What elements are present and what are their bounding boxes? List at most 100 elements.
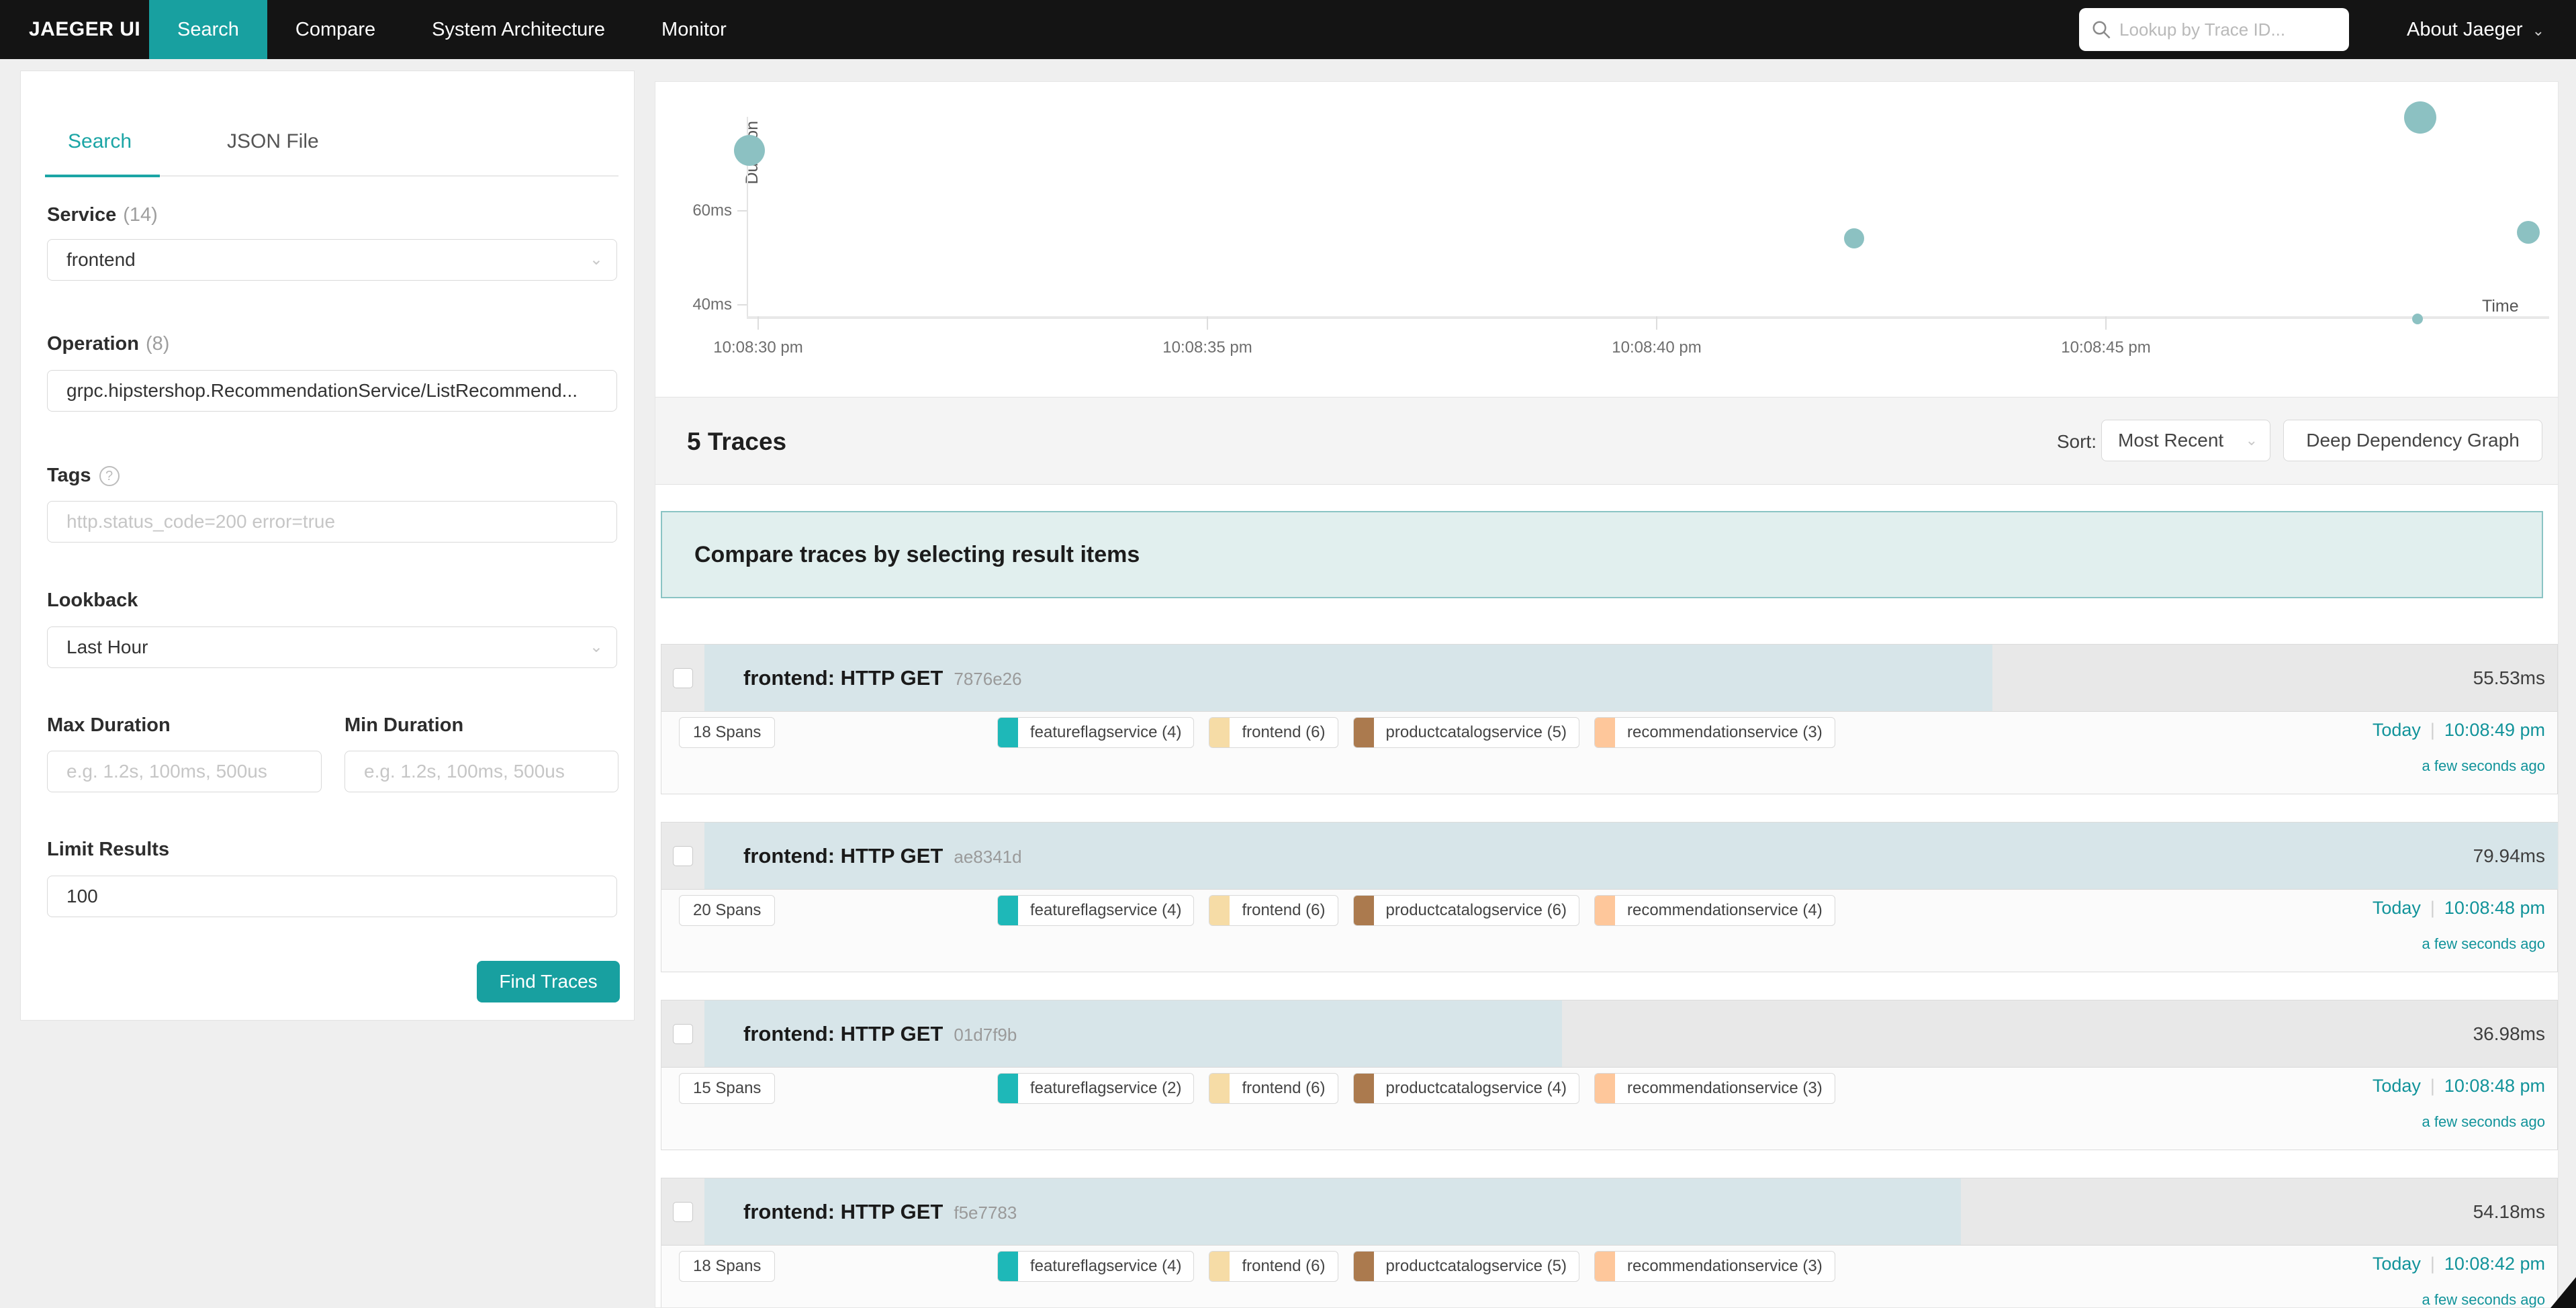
service-tag-label: productcatalogservice (5) xyxy=(1374,718,1579,747)
x-axis-tick xyxy=(2105,316,2107,330)
nav-item-search[interactable]: Search xyxy=(149,0,267,59)
tab-search[interactable]: Search xyxy=(68,130,132,153)
lookback-select[interactable]: Last Hour ⌄ xyxy=(47,626,617,668)
x-axis-line xyxy=(747,316,2549,319)
service-color-chip xyxy=(1354,1074,1374,1103)
service-tag-label: recommendationservice (4) xyxy=(1615,896,1835,925)
nav-item-monitor[interactable]: Monitor xyxy=(633,0,755,59)
service-color-chip xyxy=(1354,718,1374,747)
trace-result-card[interactable]: frontend: HTTP GETae8341d79.94ms20 Spans… xyxy=(661,822,2558,972)
nav-item-compare[interactable]: Compare xyxy=(267,0,404,59)
min-duration-label: Min Duration xyxy=(344,714,463,737)
tags-label: Tags? xyxy=(47,465,120,487)
chevron-down-icon: ⌄ xyxy=(2246,420,2258,461)
service-tag: frontend (6) xyxy=(1209,1073,1338,1104)
trace-id-lookup-placeholder: Lookup by Trace ID... xyxy=(2119,19,2285,40)
trace-duration: 79.94ms xyxy=(2473,823,2545,889)
service-tag-label: frontend (6) xyxy=(1230,1252,1337,1281)
service-color-chip xyxy=(1354,1252,1374,1281)
trace-title: frontend: HTTP GETf5e7783 xyxy=(743,1178,1017,1245)
about-jaeger-menu[interactable]: About Jaeger⌄ xyxy=(2407,0,2544,59)
service-tag: productcatalogservice (4) xyxy=(1353,1073,1579,1104)
trace-compare-checkbox[interactable] xyxy=(673,846,693,866)
operation-select[interactable]: grpc.hipstershop.RecommendationService/L… xyxy=(47,370,617,412)
trace-id: 7876e26 xyxy=(954,669,1021,689)
service-tag: featureflagservice (2) xyxy=(997,1073,1194,1104)
max-duration-label: Max Duration xyxy=(47,714,171,737)
main-menu: Search Compare System Architecture Monit… xyxy=(149,0,755,59)
trace-scatter-point[interactable] xyxy=(734,135,765,166)
duration-scatter-chart: Duration Time 10:08:30 pm10:08:35 pm10:0… xyxy=(655,82,2559,391)
service-color-chip xyxy=(998,896,1018,925)
y-axis-tick-label: 60ms xyxy=(672,201,732,220)
trace-scatter-point[interactable] xyxy=(1844,228,1864,248)
trace-timestamp[interactable]: Today|10:08:49 pm xyxy=(2373,720,2545,741)
trace-compare-checkbox[interactable] xyxy=(673,1202,693,1222)
x-axis-tick xyxy=(1656,316,1657,330)
trace-scatter-point[interactable] xyxy=(2412,314,2423,324)
trace-timestamp[interactable]: Today|10:08:42 pm xyxy=(2373,1254,2545,1274)
deep-dependency-graph-button[interactable]: Deep Dependency Graph xyxy=(2283,420,2542,461)
sort-label: Sort: xyxy=(2039,398,2097,485)
service-tag: frontend (6) xyxy=(1209,1251,1338,1282)
trace-relative-time: a few seconds ago xyxy=(2422,1113,2545,1131)
top-nav: JAEGER UI Search Compare System Architec… xyxy=(0,0,2576,59)
x-axis-tick-label: 10:08:45 pm xyxy=(2032,338,2180,357)
help-icon[interactable]: ? xyxy=(99,466,120,486)
trace-result-card[interactable]: frontend: HTTP GET7876e2655.53ms18 Spans… xyxy=(661,644,2558,794)
limit-results-input[interactable]: 100 xyxy=(47,876,617,917)
trace-id-lookup-input[interactable]: Lookup by Trace ID... xyxy=(2079,8,2349,51)
trace-compare-checkbox[interactable] xyxy=(673,668,693,688)
service-color-chip xyxy=(1595,718,1615,747)
service-color-chip xyxy=(998,1252,1018,1281)
timestamp-separator: | xyxy=(2430,1254,2435,1274)
trace-time: 10:08:49 pm xyxy=(2444,720,2545,740)
trace-result-card[interactable]: frontend: HTTP GET01d7f9b36.98ms15 Spans… xyxy=(661,1000,2558,1150)
trace-name: frontend: HTTP GET xyxy=(743,666,943,690)
tab-json-file[interactable]: JSON File xyxy=(227,130,319,153)
nav-item-system-architecture[interactable]: System Architecture xyxy=(404,0,633,59)
search-sidebar: Search JSON File Service(14) frontend ⌄ … xyxy=(20,71,635,1021)
tags-input[interactable]: http.status_code=200 error=true xyxy=(47,501,617,543)
y-axis-tick-label: 40ms xyxy=(672,295,732,314)
service-tag: frontend (6) xyxy=(1209,717,1338,748)
find-traces-button[interactable]: Find Traces xyxy=(477,961,620,1002)
trace-timestamp[interactable]: Today|10:08:48 pm xyxy=(2373,1076,2545,1096)
service-label: Service(14) xyxy=(47,204,158,226)
trace-title: frontend: HTTP GET 7876e26 xyxy=(743,645,1022,711)
service-color-chip xyxy=(1595,896,1615,925)
trace-result-card[interactable]: frontend: HTTP GETf5e778354.18ms18 Spans… xyxy=(661,1178,2558,1308)
service-tag-label: featureflagservice (4) xyxy=(1018,718,1193,747)
min-duration-input[interactable]: e.g. 1.2s, 100ms, 500us xyxy=(344,751,618,792)
timestamp-separator: | xyxy=(2430,720,2435,740)
x-axis-tick-label: 10:08:30 pm xyxy=(684,338,832,357)
service-tag-label: productcatalogservice (5) xyxy=(1374,1252,1579,1281)
trace-scatter-point[interactable] xyxy=(2517,221,2540,244)
service-tag: frontend (6) xyxy=(1209,895,1338,926)
trace-id: f5e7783 xyxy=(954,1203,1017,1223)
span-count-badge: 15 Spans xyxy=(679,1073,775,1104)
trace-time: 10:08:48 pm xyxy=(2444,1076,2545,1096)
service-tag-label: frontend (6) xyxy=(1230,1074,1337,1103)
service-color-chip xyxy=(1354,896,1374,925)
trace-duration: 55.53ms xyxy=(2473,645,2545,711)
span-count-badge: 18 Spans xyxy=(679,1251,775,1282)
trace-timestamp[interactable]: Today|10:08:48 pm xyxy=(2373,898,2545,919)
trace-relative-time: a few seconds ago xyxy=(2422,757,2545,775)
trace-relative-time: a few seconds ago xyxy=(2422,1291,2545,1308)
trace-count: 5 Traces xyxy=(687,398,786,485)
service-tag: featureflagservice (4) xyxy=(997,895,1194,926)
service-tag-list: featureflagservice (2) frontend (6) produc… xyxy=(997,1073,1835,1104)
max-duration-input[interactable]: e.g. 1.2s, 100ms, 500us xyxy=(47,751,322,792)
service-color-chip xyxy=(998,1074,1018,1103)
trace-scatter-point[interactable] xyxy=(2404,101,2436,134)
trace-time: 10:08:48 pm xyxy=(2444,898,2545,918)
trace-compare-checkbox[interactable] xyxy=(673,1024,693,1044)
chevron-down-icon: ⌄ xyxy=(590,627,603,667)
x-axis-tick xyxy=(757,316,759,330)
x-axis-tick xyxy=(1207,316,1208,330)
trace-time: 10:08:42 pm xyxy=(2444,1254,2545,1274)
service-select[interactable]: frontend ⌄ xyxy=(47,239,617,281)
trace-id: ae8341d xyxy=(954,847,1021,867)
sort-select[interactable]: Most Recent ⌄ xyxy=(2101,420,2270,461)
